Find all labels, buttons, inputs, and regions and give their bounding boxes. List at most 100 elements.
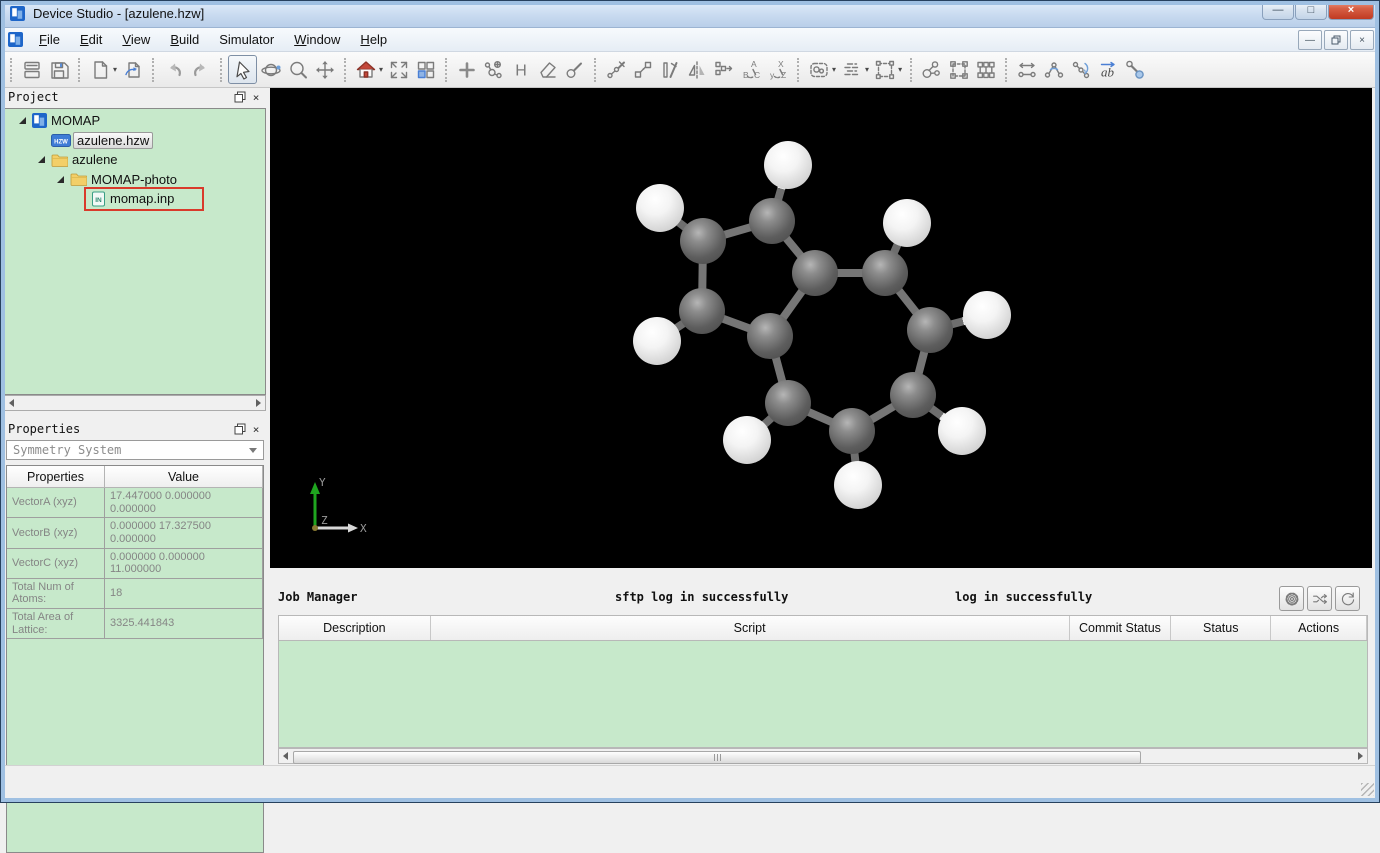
- atom-H-16[interactable]: [834, 461, 882, 509]
- erase-icon[interactable]: [534, 56, 561, 83]
- scroll-right-icon[interactable]: [1358, 752, 1363, 760]
- draw-bond-icon[interactable]: [602, 56, 629, 83]
- job-column-description[interactable]: Description: [279, 616, 431, 640]
- atom-H-14[interactable]: [963, 291, 1011, 339]
- atom-H-10[interactable]: [764, 141, 812, 189]
- scrollbar-thumb[interactable]: [293, 751, 1141, 764]
- refresh-button[interactable]: [1335, 586, 1360, 611]
- home-view-dropdown-icon[interactable]: ▾: [379, 65, 383, 74]
- rotate-view-icon[interactable]: [257, 56, 284, 83]
- viewport-canvas[interactable]: Y X Z: [270, 88, 1372, 568]
- tree-item-azulene-hzw[interactable]: HZW azulene.hzw: [5, 131, 265, 151]
- align-dropdown-icon[interactable]: ▾: [865, 65, 869, 74]
- measure-dihedral-icon[interactable]: [1067, 56, 1094, 83]
- atom-C-9[interactable]: [765, 380, 811, 426]
- close-button[interactable]: ×: [1328, 0, 1374, 20]
- atom-H-11[interactable]: [636, 184, 684, 232]
- float-panel-icon[interactable]: [232, 90, 248, 104]
- undo-icon[interactable]: [160, 56, 187, 83]
- atom-C-4[interactable]: [747, 313, 793, 359]
- atom-C-1[interactable]: [680, 218, 726, 264]
- transform-coordinates-icon[interactable]: yZX: [764, 56, 791, 83]
- select-ellipse-icon[interactable]: [805, 56, 832, 83]
- select-ellipse-dropdown-icon[interactable]: ▾: [832, 65, 836, 74]
- atom-H-17[interactable]: [723, 416, 771, 464]
- menu-view[interactable]: View: [112, 29, 160, 50]
- vector-ab-icon[interactable]: ab: [1094, 56, 1121, 83]
- home-view-icon[interactable]: [352, 56, 379, 83]
- add-hydrogen-icon[interactable]: H: [507, 56, 534, 83]
- build-lattice-icon[interactable]: [972, 56, 999, 83]
- menu-window[interactable]: Window: [284, 29, 350, 50]
- expand-arrow-icon[interactable]: [34, 156, 48, 163]
- mirror-icon[interactable]: [683, 56, 710, 83]
- atom-C-0[interactable]: [749, 198, 795, 244]
- job-column-actions[interactable]: Actions: [1271, 616, 1367, 640]
- job-table-body[interactable]: [278, 641, 1368, 748]
- tree-item-momap-photo[interactable]: MOMAP-photo: [5, 170, 265, 190]
- atom-H-13[interactable]: [883, 199, 931, 247]
- fit-view-icon[interactable]: [385, 56, 412, 83]
- settings-button[interactable]: [1279, 586, 1304, 611]
- new-file-dropdown-icon[interactable]: ▾: [113, 65, 117, 74]
- save-icon[interactable]: [45, 56, 72, 83]
- move-fragment-icon[interactable]: [710, 56, 737, 83]
- job-column-commit-status[interactable]: Commit Status: [1070, 616, 1172, 640]
- tile-windows-icon[interactable]: [412, 56, 439, 83]
- add-atom-icon[interactable]: [453, 56, 480, 83]
- menu-help[interactable]: Help: [350, 29, 397, 50]
- move-atom-icon[interactable]: [629, 56, 656, 83]
- menu-simulator[interactable]: Simulator: [209, 29, 284, 50]
- measure-angle-icon[interactable]: [1040, 56, 1067, 83]
- align-icon[interactable]: [838, 56, 865, 83]
- measure-bond-icon[interactable]: [1121, 56, 1148, 83]
- mdi-close-button[interactable]: ×: [1350, 30, 1374, 50]
- replace-element-icon[interactable]: BCA: [737, 56, 764, 83]
- scroll-right-icon[interactable]: [256, 399, 261, 407]
- mdi-minimize-button[interactable]: —: [1298, 30, 1322, 50]
- expand-arrow-icon[interactable]: [15, 117, 29, 124]
- tree-item-azulene[interactable]: azulene: [5, 150, 265, 170]
- atom-H-15[interactable]: [938, 407, 986, 455]
- add-fragment-icon[interactable]: [480, 56, 507, 83]
- atom-C-2[interactable]: [679, 288, 725, 334]
- menu-edit[interactable]: Edit: [70, 29, 112, 50]
- property-category-select[interactable]: Symmetry System: [6, 440, 264, 460]
- scroll-left-icon[interactable]: [283, 752, 288, 760]
- zoom-view-icon[interactable]: [284, 56, 311, 83]
- job-column-status[interactable]: Status: [1171, 616, 1272, 640]
- build-cluster-icon[interactable]: [918, 56, 945, 83]
- close-panel-icon[interactable]: ×: [248, 422, 264, 436]
- transfer-button[interactable]: [1307, 586, 1332, 611]
- build-supercell-icon[interactable]: [945, 56, 972, 83]
- select-box-dropdown-icon[interactable]: ▾: [898, 65, 902, 74]
- job-hscrollbar[interactable]: [278, 748, 1368, 764]
- atom-C-7[interactable]: [890, 372, 936, 418]
- new-file-icon[interactable]: [86, 56, 113, 83]
- atom-C-8[interactable]: [829, 408, 875, 454]
- redo-icon[interactable]: [187, 56, 214, 83]
- minimize-button[interactable]: —: [1262, 0, 1294, 20]
- job-column-script[interactable]: Script: [431, 616, 1070, 640]
- measure-distance-icon[interactable]: [1013, 56, 1040, 83]
- mdi-restore-button[interactable]: [1324, 30, 1348, 50]
- atom-C-5[interactable]: [862, 250, 908, 296]
- select-box-icon[interactable]: [871, 56, 898, 83]
- title-bar[interactable]: Device Studio - [azulene.hzw] — □ ×: [0, 0, 1380, 28]
- select-icon[interactable]: [228, 55, 258, 84]
- close-panel-icon[interactable]: ×: [248, 90, 264, 104]
- atom-C-3[interactable]: [792, 250, 838, 296]
- import-icon[interactable]: [119, 56, 146, 83]
- atom-C-6[interactable]: [907, 307, 953, 353]
- float-panel-icon[interactable]: [232, 422, 248, 436]
- menu-file[interactable]: File: [29, 29, 70, 50]
- edit-structure-icon[interactable]: [656, 56, 683, 83]
- probe-icon[interactable]: [561, 56, 588, 83]
- tree-item-momap[interactable]: MOMAP: [5, 111, 265, 131]
- resize-grip-icon[interactable]: [1361, 783, 1374, 796]
- tree-item-momap-inp[interactable]: IN momap.inp: [5, 186, 265, 211]
- expand-arrow-icon[interactable]: [53, 176, 67, 183]
- atom-H-12[interactable]: [633, 317, 681, 365]
- maximize-button[interactable]: □: [1295, 0, 1327, 20]
- menu-build[interactable]: Build: [160, 29, 209, 50]
